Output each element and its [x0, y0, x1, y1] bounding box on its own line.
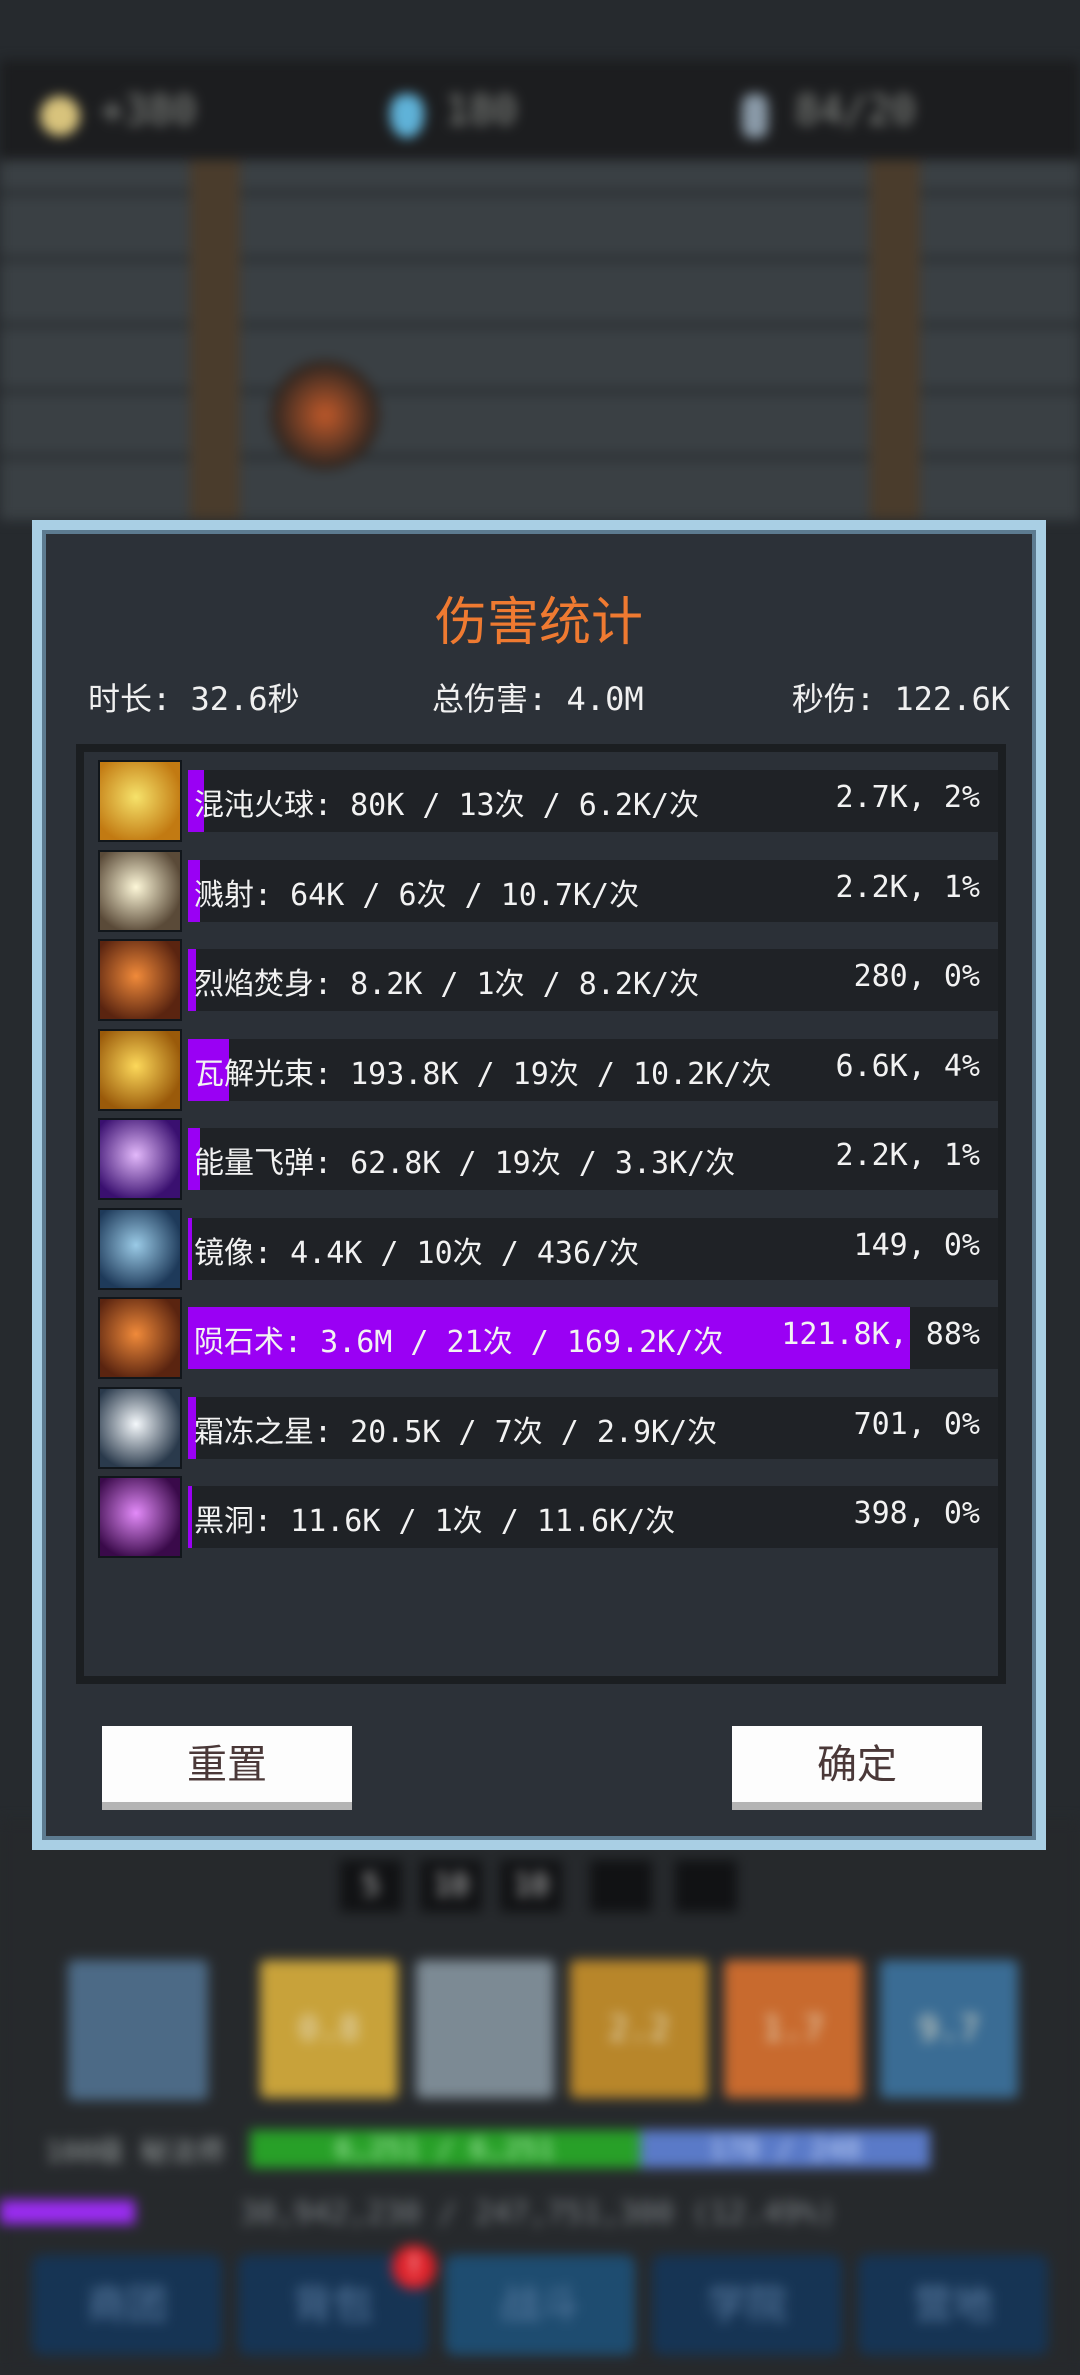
enemy-sprite [270, 360, 380, 470]
dungeon-wall [0, 160, 1080, 520]
disintegrate-beam-icon [98, 1028, 182, 1111]
skill-dps-share: 121.8K, 88% [781, 1317, 980, 1352]
skill-dps-share: 280, 0% [853, 959, 980, 994]
dialog-body: 伤害统计 时长: 32.6秒 总伤害: 4.0M 秒伤: 122.6K 混沌火球… [42, 530, 1036, 1840]
skill-slot: 2.2 [570, 1960, 708, 2098]
key-icon [742, 94, 768, 138]
nav-tab-shop: 商团 [32, 2255, 222, 2355]
quick-slot [675, 1860, 737, 1912]
dps-stat: 秒伤: 122.6K [791, 680, 1010, 718]
damage-bar-fill [188, 1217, 192, 1280]
nav-tab-academy: 学院 [652, 2255, 842, 2355]
quick-slot [590, 1860, 652, 1912]
frost-star-icon [98, 1386, 182, 1469]
confirm-button[interactable]: 确定 [732, 1726, 982, 1810]
quick-slot: 5 [340, 1860, 402, 1912]
skill-dps-share: 701, 0% [853, 1406, 980, 1442]
skill-dps-share: 149, 0% [853, 1227, 980, 1263]
skill-damage-list[interactable]: 混沌火球: 80K / 13次 / 6.2K/次 2.7K, 2% 溅射: 64K … [76, 744, 1006, 1684]
resource-bar: +380 180 84/20 [0, 60, 1080, 160]
meteor-icon [98, 1297, 182, 1379]
quick-slot: 10 [500, 1860, 562, 1912]
skill-dps-share: 2.7K, 2% [835, 780, 981, 815]
nav-tab-camp: 营地 [858, 2255, 1048, 2355]
skill-row: 溅射: 64K / 6次 / 10.7K/次 2.2K, 1% [98, 849, 998, 932]
hero-portrait [68, 1960, 208, 2100]
energy-missile-icon [98, 1118, 182, 1200]
hero-level: 100级 秘法师 [45, 2135, 225, 2168]
skill-name-stats: 能量飞弹: 62.8K / 19次 / 3.3K/次 [194, 1146, 736, 1181]
nav-tab-battle: 战斗 [445, 2255, 635, 2355]
skill-dps-share: 6.6K, 4% [835, 1048, 981, 1084]
skill-row: 能量飞弹: 62.8K / 19次 / 3.3K/次 2.2K, 1% [98, 1118, 998, 1200]
quick-slot: 10 [420, 1860, 482, 1912]
skill-name-stats: 镜像: 4.4K / 10次 / 436/次 [194, 1235, 640, 1271]
chaos-fireball-icon [98, 760, 182, 842]
hp-bar: 6,251 / 6,251 [250, 2130, 640, 2168]
skill-dps-share: 2.2K, 1% [835, 1138, 981, 1173]
skill-row: 黑洞: 11.6K / 1次 / 11.6K/次 398, 0% [98, 1476, 998, 1558]
gem-amount: 180 [445, 88, 518, 134]
skill-row: 镜像: 4.4K / 10次 / 436/次 149, 0% [98, 1207, 998, 1290]
skill-row: 混沌火球: 80K / 13次 / 6.2K/次 2.7K, 2% [98, 760, 998, 842]
wall-pillar [870, 160, 920, 520]
key-amount: 84/20 [795, 88, 916, 134]
notification-badge: ! [392, 2245, 436, 2289]
skill-slot: 0.8 [260, 1960, 398, 2098]
damage-stats-dialog: 伤害统计 时长: 32.6秒 总伤害: 4.0M 秒伤: 122.6K 混沌火球… [32, 520, 1046, 1850]
flame-body-icon [98, 939, 182, 1021]
skill-name-stats: 混沌火球: 80K / 13次 / 6.2K/次 [194, 788, 700, 823]
skill-name-stats: 瓦解光束: 193.8K / 19次 / 10.2K/次 [194, 1056, 772, 1092]
skill-list-panel: 混沌火球: 80K / 13次 / 6.2K/次 2.7K, 2% 溅射: 64K … [84, 752, 998, 1676]
mp-bar: 178 / 248 [640, 2130, 930, 2168]
damage-bar-fill [188, 1486, 192, 1548]
skill-row: 烈焰焚身: 8.2K / 1次 / 8.2K/次 280, 0% [98, 939, 998, 1021]
skill-slot [416, 1960, 554, 2098]
xp-bar-fill [0, 2200, 135, 2224]
skill-name-stats: 烈焰焚身: 8.2K / 1次 / 8.2K/次 [194, 967, 700, 1002]
burst-icon [98, 849, 182, 932]
total-damage-stat: 总伤害: 4.0M [432, 680, 644, 718]
mirror-image-icon [98, 1207, 182, 1290]
skill-row: 瓦解光束: 193.8K / 19次 / 10.2K/次 6.6K, 4% [98, 1028, 998, 1111]
reset-button[interactable]: 重置 [102, 1726, 352, 1810]
gem-icon [390, 94, 424, 138]
skill-row: 霜冻之星: 20.5K / 7次 / 2.9K/次 701, 0% [98, 1386, 998, 1469]
skill-slot: 1.7 [724, 1960, 862, 2098]
xp-text: 30,942,230 / 247,751,300 (12.49%) [240, 2196, 837, 2231]
skill-row: 陨石术: 3.6M / 21次 / 169.2K/次 121.8K, 88% [98, 1297, 998, 1379]
skill-dps-share: 2.2K, 1% [835, 869, 981, 905]
skill-name-stats: 黑洞: 11.6K / 1次 / 11.6K/次 [194, 1504, 676, 1539]
skill-dps-share: 398, 0% [853, 1496, 980, 1531]
wall-pillar [190, 160, 240, 520]
gold-coin-icon [40, 96, 80, 136]
duration-stat: 时长: 32.6秒 [88, 680, 300, 718]
skill-name-stats: 陨石术: 3.6M / 21次 / 169.2K/次 [194, 1325, 724, 1360]
gold-amount: +380 [100, 88, 197, 134]
dialog-title: 伤害统计 [434, 593, 643, 653]
skill-name-stats: 霜冻之星: 20.5K / 7次 / 2.9K/次 [194, 1414, 718, 1450]
skill-slot: 9.7 [880, 1960, 1018, 2098]
black-hole-icon [98, 1476, 182, 1558]
skill-name-stats: 溅射: 64K / 6次 / 10.7K/次 [194, 877, 640, 913]
